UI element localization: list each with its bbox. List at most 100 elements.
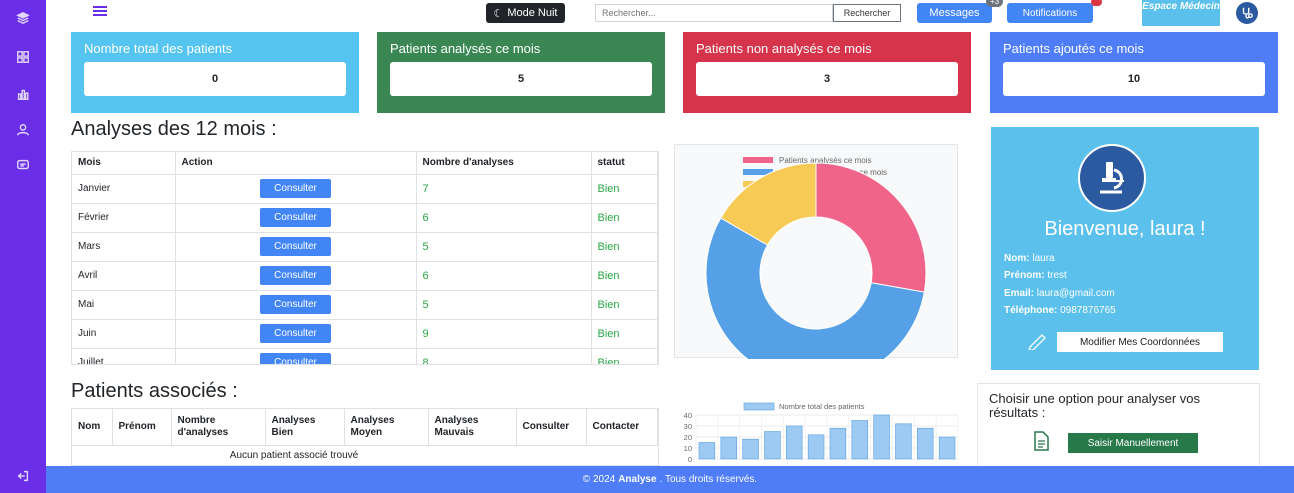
notifications-button[interactable]: Notifications bbox=[1007, 3, 1093, 23]
bar bbox=[873, 414, 890, 460]
cell-mois: Avril bbox=[72, 261, 176, 291]
bar bbox=[764, 431, 781, 460]
consulter-button[interactable]: Consulter bbox=[260, 266, 331, 285]
empty-message: Aucun patient associé trouvé bbox=[229, 449, 359, 461]
stat-card-total: Nombre total des patients 0 bbox=[71, 32, 359, 113]
option-title: Choisir une option pour analyser vos rés… bbox=[989, 391, 1201, 420]
col-nom: Nom bbox=[72, 409, 113, 446]
bar bbox=[720, 436, 737, 460]
bar bbox=[851, 420, 868, 460]
patients-table: Nom Prénom Nombre d'analyses Analyses Bi… bbox=[71, 408, 659, 466]
profile-telephone: Téléphone: 0987876765 bbox=[1004, 305, 1116, 316]
donut-chart: Patients analysés ce moisPatients non an… bbox=[674, 144, 958, 384]
cell-statut: Bien bbox=[591, 203, 658, 233]
col-contacter: Contacter bbox=[586, 409, 658, 446]
search-input[interactable] bbox=[595, 4, 833, 22]
stat-card-ajoutes: Patients ajoutés ce mois 10 bbox=[990, 32, 1278, 113]
stat-value: 0 bbox=[84, 62, 346, 96]
bar bbox=[742, 438, 759, 460]
footer: © 2024 Analyse. Tous droits réservés. bbox=[46, 466, 1294, 493]
document-icon bbox=[1032, 431, 1050, 451]
consulter-button[interactable]: Consulter bbox=[260, 237, 331, 256]
legend-label: Nombre total des patients bbox=[779, 402, 865, 411]
users-icon[interactable] bbox=[13, 120, 33, 140]
cell-mois: Janvier bbox=[72, 174, 176, 204]
consulter-button[interactable]: Consulter bbox=[260, 179, 331, 198]
welcome-text: Bienvenue, laura ! bbox=[1044, 218, 1206, 240]
bar bbox=[938, 436, 956, 460]
cell-nombre: 5 bbox=[416, 232, 592, 262]
table-row: Mars Consulter 5 Bien bbox=[72, 232, 658, 262]
stat-title: Patients analysés ce mois bbox=[390, 41, 541, 56]
cell-nombre: 5 bbox=[416, 290, 592, 320]
col-analyses-moyen: Analyses Moyen bbox=[344, 409, 429, 446]
cell-nombre: 6 bbox=[416, 203, 592, 233]
consulter-button[interactable]: Consulter bbox=[260, 324, 331, 343]
patients-heading: Patients associés : bbox=[71, 380, 238, 402]
bar bbox=[786, 425, 803, 460]
consulter-button[interactable]: Consulter bbox=[260, 295, 331, 314]
avatar[interactable] bbox=[1236, 2, 1258, 24]
bar-chart-icon[interactable] bbox=[13, 84, 33, 104]
col-nombre-analyses: Nombre d'analyses bbox=[171, 409, 266, 446]
messages-button[interactable]: Messages bbox=[917, 3, 992, 23]
y-tick-label: 20 bbox=[684, 433, 692, 442]
profile-card: Bienvenue, laura ! Nom: laura Prénom: tr… bbox=[991, 127, 1259, 370]
stat-value: 10 bbox=[1003, 62, 1265, 96]
cell-mois: Février bbox=[72, 203, 176, 233]
donut-slice bbox=[815, 162, 927, 293]
bar bbox=[807, 434, 825, 460]
stat-title: Patients ajoutés ce mois bbox=[1003, 41, 1144, 56]
cell-statut: Bien bbox=[591, 348, 658, 364]
cell-mois: Mars bbox=[72, 232, 176, 262]
profile-prenom: Prénom: trest bbox=[1004, 270, 1067, 281]
cell-mois: Juillet bbox=[72, 348, 176, 364]
col-nombre: Nombre d'analyses bbox=[416, 152, 592, 175]
col-statut: statut bbox=[591, 152, 658, 175]
y-tick-label: 0 bbox=[688, 455, 692, 464]
col-analyses-mauvais: Analyses Mauvais bbox=[428, 409, 517, 446]
night-mode-button[interactable]: ☾ Mode Nuit bbox=[486, 3, 565, 23]
cell-nombre: 9 bbox=[416, 319, 592, 349]
table-row: Avril Consulter 6 Bien bbox=[72, 261, 658, 291]
cell-mois: Mai bbox=[72, 290, 176, 320]
profile-nom: Nom: laura bbox=[1004, 253, 1055, 264]
stat-card-analyses: Patients analysés ce mois 5 bbox=[377, 32, 665, 113]
y-tick-label: 40 bbox=[684, 411, 692, 420]
cell-statut: Bien bbox=[591, 261, 658, 291]
stat-value: 3 bbox=[696, 62, 958, 96]
cell-nombre: 6 bbox=[416, 261, 592, 291]
search-button[interactable]: Rechercher bbox=[833, 4, 901, 22]
moon-icon: ☾ bbox=[493, 7, 504, 20]
consulter-button[interactable]: Consulter bbox=[260, 208, 331, 227]
stat-title: Nombre total des patients bbox=[84, 41, 233, 56]
bar bbox=[895, 423, 912, 460]
col-mois: Mois bbox=[72, 152, 176, 175]
profile-email: Email: laura@gmail.com bbox=[1004, 288, 1115, 299]
message-icon[interactable] bbox=[13, 155, 33, 175]
edit-profile-button[interactable]: Modifier Mes Coordonnées bbox=[1057, 332, 1223, 352]
saisir-manuellement-button[interactable]: Saisir Manuellement bbox=[1068, 433, 1198, 453]
logout-icon[interactable] bbox=[13, 466, 33, 486]
hamburger-icon[interactable] bbox=[93, 6, 107, 18]
col-action: Action bbox=[175, 152, 417, 175]
grid-icon[interactable] bbox=[13, 47, 33, 67]
cell-statut: Bien bbox=[591, 319, 658, 349]
consulter-button[interactable]: Consulter bbox=[260, 353, 331, 364]
analyses-heading: Analyses des 12 mois : bbox=[71, 118, 277, 140]
bar-chart: Nombre total des patients 0 10 20 30 40 bbox=[676, 397, 961, 465]
layers-icon[interactable] bbox=[13, 8, 33, 28]
col-prenom: Prénom bbox=[112, 409, 172, 446]
cell-statut: Bien bbox=[591, 232, 658, 262]
bar-chart-svg: Nombre total des patients 0 10 20 30 40 bbox=[684, 402, 959, 464]
stethoscope-icon bbox=[1242, 7, 1253, 19]
espace-medecin-button[interactable]: Espace Médecin bbox=[1142, 0, 1220, 26]
analyses-table: Mois Action Nombre d'analyses statut Jan… bbox=[71, 151, 659, 365]
y-tick-label: 10 bbox=[684, 444, 692, 453]
table-row: Juillet Consulter 8 Bien bbox=[72, 348, 658, 364]
legend-swatch bbox=[743, 402, 775, 411]
donut-chart-svg: Patients analysés ce moisPatients non an… bbox=[705, 156, 927, 384]
sidebar bbox=[0, 0, 46, 493]
messages-badge: +3 bbox=[986, 0, 1004, 7]
cell-nombre: 7 bbox=[416, 174, 592, 204]
